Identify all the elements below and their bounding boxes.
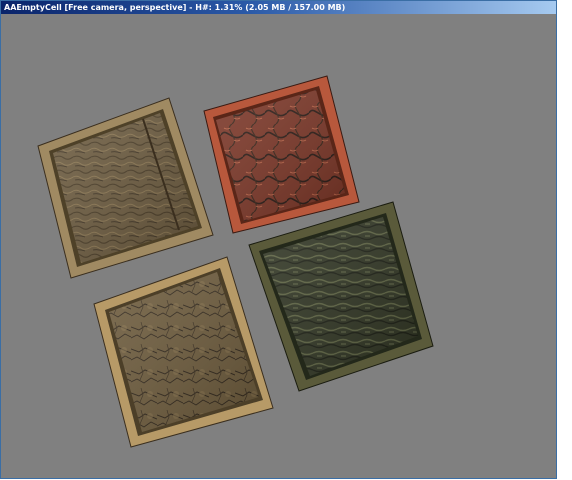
desktop-margin <box>557 0 572 480</box>
root-tile[interactable] <box>93 256 274 448</box>
viewport-canvas[interactable] <box>1 14 556 478</box>
window-titlebar[interactable]: AAEmptyCell [Free camera, perspective] -… <box>1 1 556 14</box>
red-vine-tile[interactable] <box>203 75 360 234</box>
3d-viewport[interactable] <box>1 14 556 478</box>
application-window: AAEmptyCell [Free camera, perspective] -… <box>0 0 557 479</box>
light-wood-tile[interactable] <box>37 97 214 279</box>
moss-bark-tile[interactable] <box>248 201 434 392</box>
window-title: AAEmptyCell [Free camera, perspective] -… <box>4 3 346 12</box>
